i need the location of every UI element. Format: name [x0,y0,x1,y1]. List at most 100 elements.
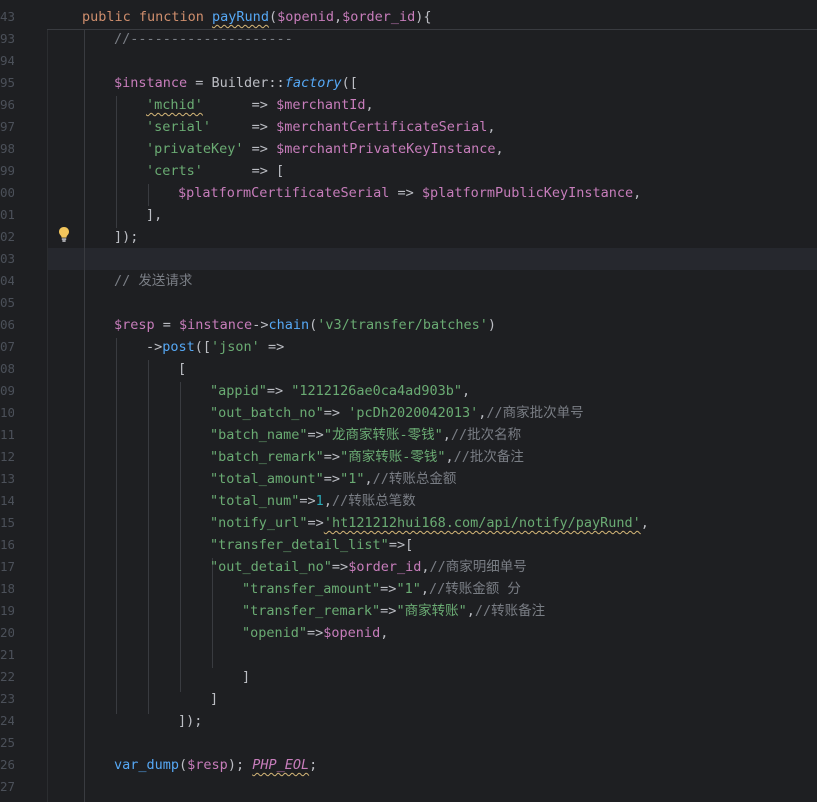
token-str: 'json' [211,339,260,355]
token-plain: ( [309,317,318,333]
token-plain: ( [179,757,188,773]
token-plain: => [307,515,324,531]
token-cmt: //转账备注 [474,603,546,619]
token-str: "1212126ae0ca4ad903b" [291,383,462,399]
token-plain: => [211,119,277,135]
code-line: "openid"=>$openid, [242,622,388,644]
token-plain: ; [309,757,318,773]
token-str: "total_amount" [210,471,324,487]
token-plain: = Builder:: [187,75,285,91]
line-number: 12 [0,449,14,464]
line-number-gutter[interactable]: 43 93 94 95 96 97 98 99 00 01 02 03 04 05 06 07 08 09 10 11… [0,0,47,802]
line-number: 94 [0,53,14,68]
code-line: 'privateKey' => $merchantPrivateKeyInsta… [146,138,504,160]
token-kw: public function [82,9,213,25]
gutter-border [47,30,48,802]
token-plain: => [307,625,324,641]
token-plain: = [154,317,180,333]
line-number: 00 [0,185,14,200]
token-str: 'privateKey' [146,141,244,157]
token-str: 'ht121212hui168.com/api/notify/payRund' [323,515,641,531]
token-fn: post [162,339,195,355]
code-line: ]); [114,226,138,248]
code-line: "transfer_remark"=>"商家转账",//转账备注 [242,600,545,622]
code-line: "total_amount"=>"1",//转账总金额 [210,468,456,490]
token-str: "transfer_amount" [242,581,381,597]
token-str: 'serial' [146,119,212,135]
line-number: 10 [0,405,14,420]
token-str: "total_num" [210,493,300,509]
token-plain: ]); [178,713,203,729]
code-editor[interactable]: 43 93 94 95 96 97 98 99 00 01 02 03 04 05 06 07 08 09 10 11… [0,0,817,802]
code-line: $resp = $instance->chain('v3/transfer/ba… [114,314,496,336]
code-line: ], [146,204,162,226]
code-line: "out_detail_no"=>$order_id,//商家明细单号 [210,556,527,578]
token-plain: , [487,119,496,135]
token-var: $platformPublicKeyInstance [421,185,634,201]
token-var: $instance [179,317,253,333]
code-line: 'serial' => $merchantCertificateSerial, [146,116,496,138]
token-str: 'pcDh2020042013' [348,405,479,421]
token-var: $platformCertificateSerial [178,185,390,201]
indent-guide [116,338,117,714]
token-var: $openid [323,625,381,641]
code-line: "out_batch_no"=> 'pcDh2020042013',//商家批次… [210,402,584,424]
code-line: "batch_remark"=>"商家转账-零钱",//批次备注 [210,446,524,468]
token-var: $merchantCertificateSerial [276,119,488,135]
token-plain: , [365,97,374,113]
code-line: ->post(['json' => [146,336,284,358]
token-str: "1" [396,581,421,597]
line-number: 09 [0,383,14,398]
token-plain: , [442,427,451,443]
code-line: var_dump($resp); PHP_EOL; [114,754,317,776]
line-number: 25 [0,735,14,750]
line-number: 01 [0,207,14,222]
token-str: 'v3/transfer/batches' [317,317,488,333]
line-number: 05 [0,295,14,310]
token-fn: chain [268,317,310,333]
token-plain: , [420,581,429,597]
token-plain: , [640,515,649,531]
line-number: 23 [0,691,14,706]
token-var: $order_id [348,559,422,575]
token-plain: => [323,405,349,421]
line-number: 95 [0,75,14,90]
line-number: 17 [0,559,14,574]
token-str: "out_batch_no" [210,405,324,421]
token-plain: , [461,383,471,399]
line-number: 26 [0,757,14,772]
line-number: 07 [0,339,14,354]
token-str: "out_detail_no" [210,559,332,575]
token-plain: , [633,185,642,201]
token-str: "transfer_remark" [242,603,381,619]
line-number: 06 [0,317,14,332]
token-str: "openid" [242,625,308,641]
code-line: public function payRund($openid,$order_i… [82,6,432,28]
code-line: ]); [178,710,202,732]
code-line: ] [210,688,218,710]
code-line: "transfer_amount"=>"1",//转账金额 分 [242,578,521,600]
token-plain: -> [252,317,269,333]
line-number: 96 [0,97,14,112]
line-number: 98 [0,141,14,156]
line-number: 93 [0,31,14,46]
line-number: 20 [0,625,14,640]
token-plain: => [243,141,277,157]
token-plain: => [380,581,397,597]
current-line-highlight [48,248,817,270]
token-plain: , [445,449,454,465]
lightbulb-icon[interactable] [58,226,70,243]
line-number: 08 [0,361,14,376]
token-str: "batch_remark" [210,449,324,465]
code-line: 'mchid' => $merchantId, [146,94,374,116]
line-number: 99 [0,163,14,178]
code-line: $platformCertificateSerial => $platformP… [178,182,641,204]
token-plain: => [202,97,277,113]
token-plain: , [364,471,373,487]
token-cmt: //-------------------- [114,31,293,47]
code-line: 'certs' => [ [146,160,284,182]
line-number: 13 [0,471,14,486]
code-line: // 发送请求 [114,270,192,292]
token-plain: [ [178,361,187,377]
token-plain: ], [146,207,163,223]
